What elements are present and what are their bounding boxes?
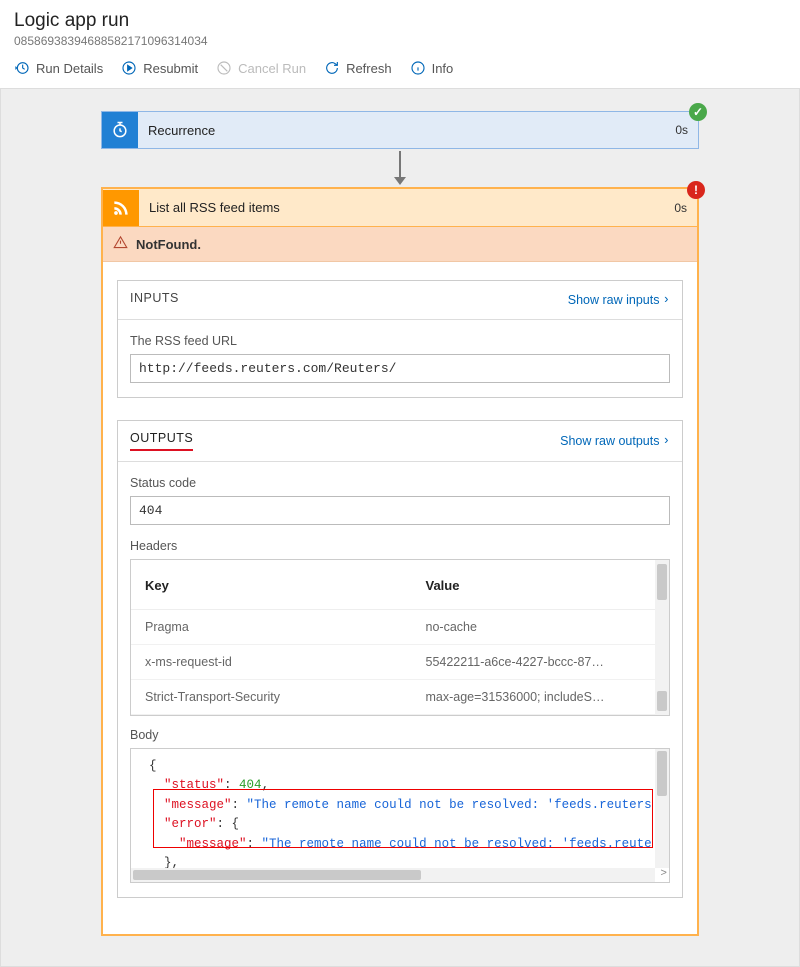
inputs-label: INPUTS — [130, 291, 179, 309]
info-button[interactable]: Info — [410, 60, 454, 76]
step-recurrence[interactable]: ✓ Recurrence 0s — [101, 111, 699, 149]
vertical-scrollbar[interactable] — [655, 560, 669, 715]
step-recurrence-label: Recurrence — [138, 123, 665, 138]
warning-icon — [113, 235, 128, 253]
run-canvas: ✓ Recurrence 0s ! List all RSS feed item… — [0, 88, 800, 967]
resubmit-icon — [121, 60, 137, 76]
chevron-right-icon: › — [662, 293, 670, 307]
inputs-card: INPUTS Show raw inputs › The RSS feed UR… — [117, 280, 683, 398]
status-code-label: Status code — [130, 476, 670, 490]
history-icon — [14, 60, 30, 76]
body-json[interactable]: { "status": 404, "message": "The remote … — [130, 748, 670, 883]
show-raw-outputs-link[interactable]: Show raw outputs › — [560, 434, 670, 448]
outputs-card: OUTPUTS Show raw outputs › Status code 4… — [117, 420, 683, 898]
clock-icon — [102, 112, 138, 148]
step-rss-duration: 0s — [664, 201, 697, 215]
cancel-run-button: Cancel Run — [216, 60, 306, 76]
step-rss-label: List all RSS feed items — [139, 200, 664, 215]
success-badge-icon: ✓ — [689, 103, 707, 121]
info-icon — [410, 60, 426, 76]
table-row: Pragmano-cache — [131, 610, 669, 645]
headers-label: Headers — [130, 539, 670, 553]
body-label: Body — [130, 728, 670, 742]
toolbar: Run Details Resubmit Cancel Run Refresh … — [14, 48, 786, 88]
cancel-icon — [216, 60, 232, 76]
refresh-icon — [324, 60, 340, 76]
horizontal-scrollbar[interactable]: > — [131, 868, 655, 882]
header-col-value: Value — [426, 578, 460, 593]
headers-table: Key Value Pragmano-cache x-ms-request-id… — [130, 559, 670, 716]
step-recurrence-duration: 0s — [665, 123, 698, 137]
resubmit-button[interactable]: Resubmit — [121, 60, 198, 76]
status-code-value[interactable]: 404 — [130, 496, 670, 525]
rss-url-label: The RSS feed URL — [130, 334, 670, 348]
vertical-scrollbar[interactable] — [655, 749, 669, 868]
error-badge-icon: ! — [687, 181, 705, 199]
run-details-button[interactable]: Run Details — [14, 60, 103, 76]
rss-url-value[interactable]: http://feeds.reuters.com/Reuters/ — [130, 354, 670, 383]
run-id: 08586938394688582171096314034 — [14, 34, 786, 48]
chevron-right-icon: › — [662, 434, 670, 448]
table-row: x-ms-request-id55422211-a6ce-4227-bccc-8… — [131, 645, 669, 680]
error-message: NotFound. — [136, 237, 201, 252]
step-rss[interactable]: ! List all RSS feed items 0s NotFound. I… — [101, 187, 699, 936]
connector-arrow-icon — [101, 151, 699, 185]
page-title: Logic app run — [14, 10, 786, 32]
error-banner: NotFound. — [103, 227, 697, 262]
header-col-key: Key — [145, 578, 426, 593]
refresh-button[interactable]: Refresh — [324, 60, 392, 76]
rss-icon — [103, 190, 139, 226]
table-row: Strict-Transport-Securitymax-age=3153600… — [131, 680, 669, 715]
show-raw-inputs-link[interactable]: Show raw inputs › — [568, 293, 670, 307]
outputs-label: OUTPUTS — [130, 431, 193, 451]
